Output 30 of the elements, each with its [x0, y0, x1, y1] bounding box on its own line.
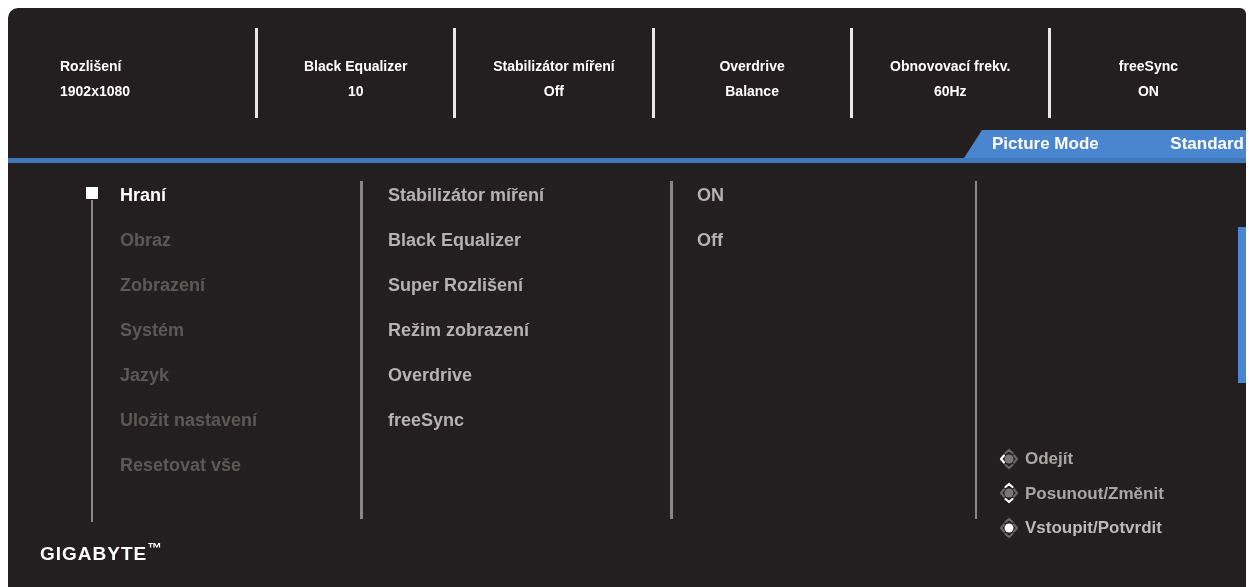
submenu-item[interactable]: Black Equalizer	[388, 218, 545, 263]
option-value[interactable]: Off	[697, 218, 724, 263]
nav-hint: Vstoupit/Potvrdit	[1025, 517, 1162, 539]
status-value: Balance	[725, 82, 779, 101]
nav-hint: Posunout/Změnit	[1025, 482, 1164, 505]
status-label: Overdrive	[719, 57, 785, 76]
status-value: 1902x1080	[60, 82, 131, 101]
status-value: 10	[347, 82, 364, 101]
joystick-icon	[997, 481, 1021, 506]
picture-mode-value: Standard	[1170, 133, 1244, 156]
submenu-item[interactable]: Režim zobrazení	[388, 308, 545, 353]
status-label: Stabilizátor míření	[493, 57, 615, 76]
submenu-item[interactable]: freeSync	[388, 398, 545, 443]
status-label: freeSync	[1118, 57, 1178, 76]
menu-item[interactable]: Hraní	[120, 173, 258, 218]
brand-logo: GIGABYTE$^{™}$	[40, 540, 163, 566]
submenu-item[interactable]: Super Rozlišení	[388, 263, 545, 308]
status-value: Off	[543, 82, 565, 101]
submenu-item[interactable]: Stabilizátor míření	[388, 173, 545, 218]
submenu-item[interactable]: Overdrive	[388, 353, 545, 398]
status-value: 60Hz	[933, 82, 967, 101]
joystick-icon	[997, 515, 1021, 540]
nav-hint: Odejít	[1025, 448, 1074, 470]
status-label: Rozlišení	[60, 57, 122, 76]
status-label: Black Equalizer	[304, 57, 408, 76]
option-value[interactable]: ON	[697, 173, 724, 218]
status-value: ON	[1137, 82, 1159, 101]
joystick-icon	[997, 446, 1021, 471]
picture-mode-label: Picture Mode	[992, 133, 1099, 156]
status-label: Obnovovací frekv.	[890, 57, 1011, 76]
